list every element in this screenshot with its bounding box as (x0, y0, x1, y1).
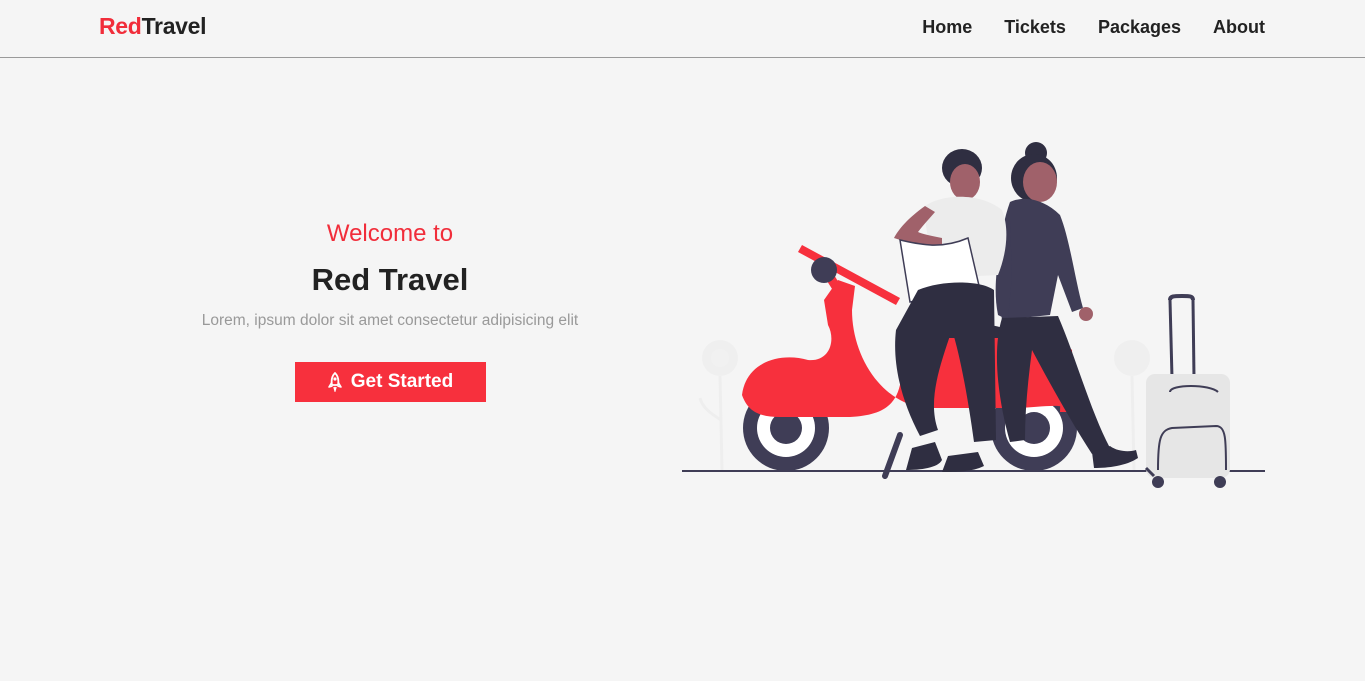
hero-section: Welcome to Red Travel Lorem, ipsum dolor… (190, 220, 590, 402)
plant-left-illustration (698, 340, 738, 471)
hero-title: Red Travel (311, 262, 469, 297)
nav-link-about[interactable]: About (1213, 17, 1265, 38)
suitcase-illustration (1144, 294, 1230, 488)
brand-logo-red: Red (99, 13, 142, 39)
brand-logo[interactable]: RedTravel (99, 13, 207, 40)
man-illustration (894, 149, 1007, 472)
nav-link-packages[interactable]: Packages (1098, 17, 1181, 38)
get-started-label: Get Started (350, 371, 454, 392)
hero-tagline: Lorem, ipsum dolor sit amet consectetur … (201, 312, 579, 329)
rocket-icon (327, 372, 343, 392)
nav-menu: Home Tickets Packages About (922, 17, 1265, 38)
navbar: RedTravel Home Tickets Packages About (0, 0, 1365, 58)
brand-logo-dark: Travel (141, 13, 207, 39)
get-started-button[interactable]: Get Started (294, 362, 486, 402)
hero-welcome: Welcome to (326, 220, 454, 247)
nav-link-home[interactable]: Home (922, 17, 972, 38)
nav-link-tickets[interactable]: Tickets (1004, 17, 1066, 38)
travel-illustration (680, 140, 1270, 490)
